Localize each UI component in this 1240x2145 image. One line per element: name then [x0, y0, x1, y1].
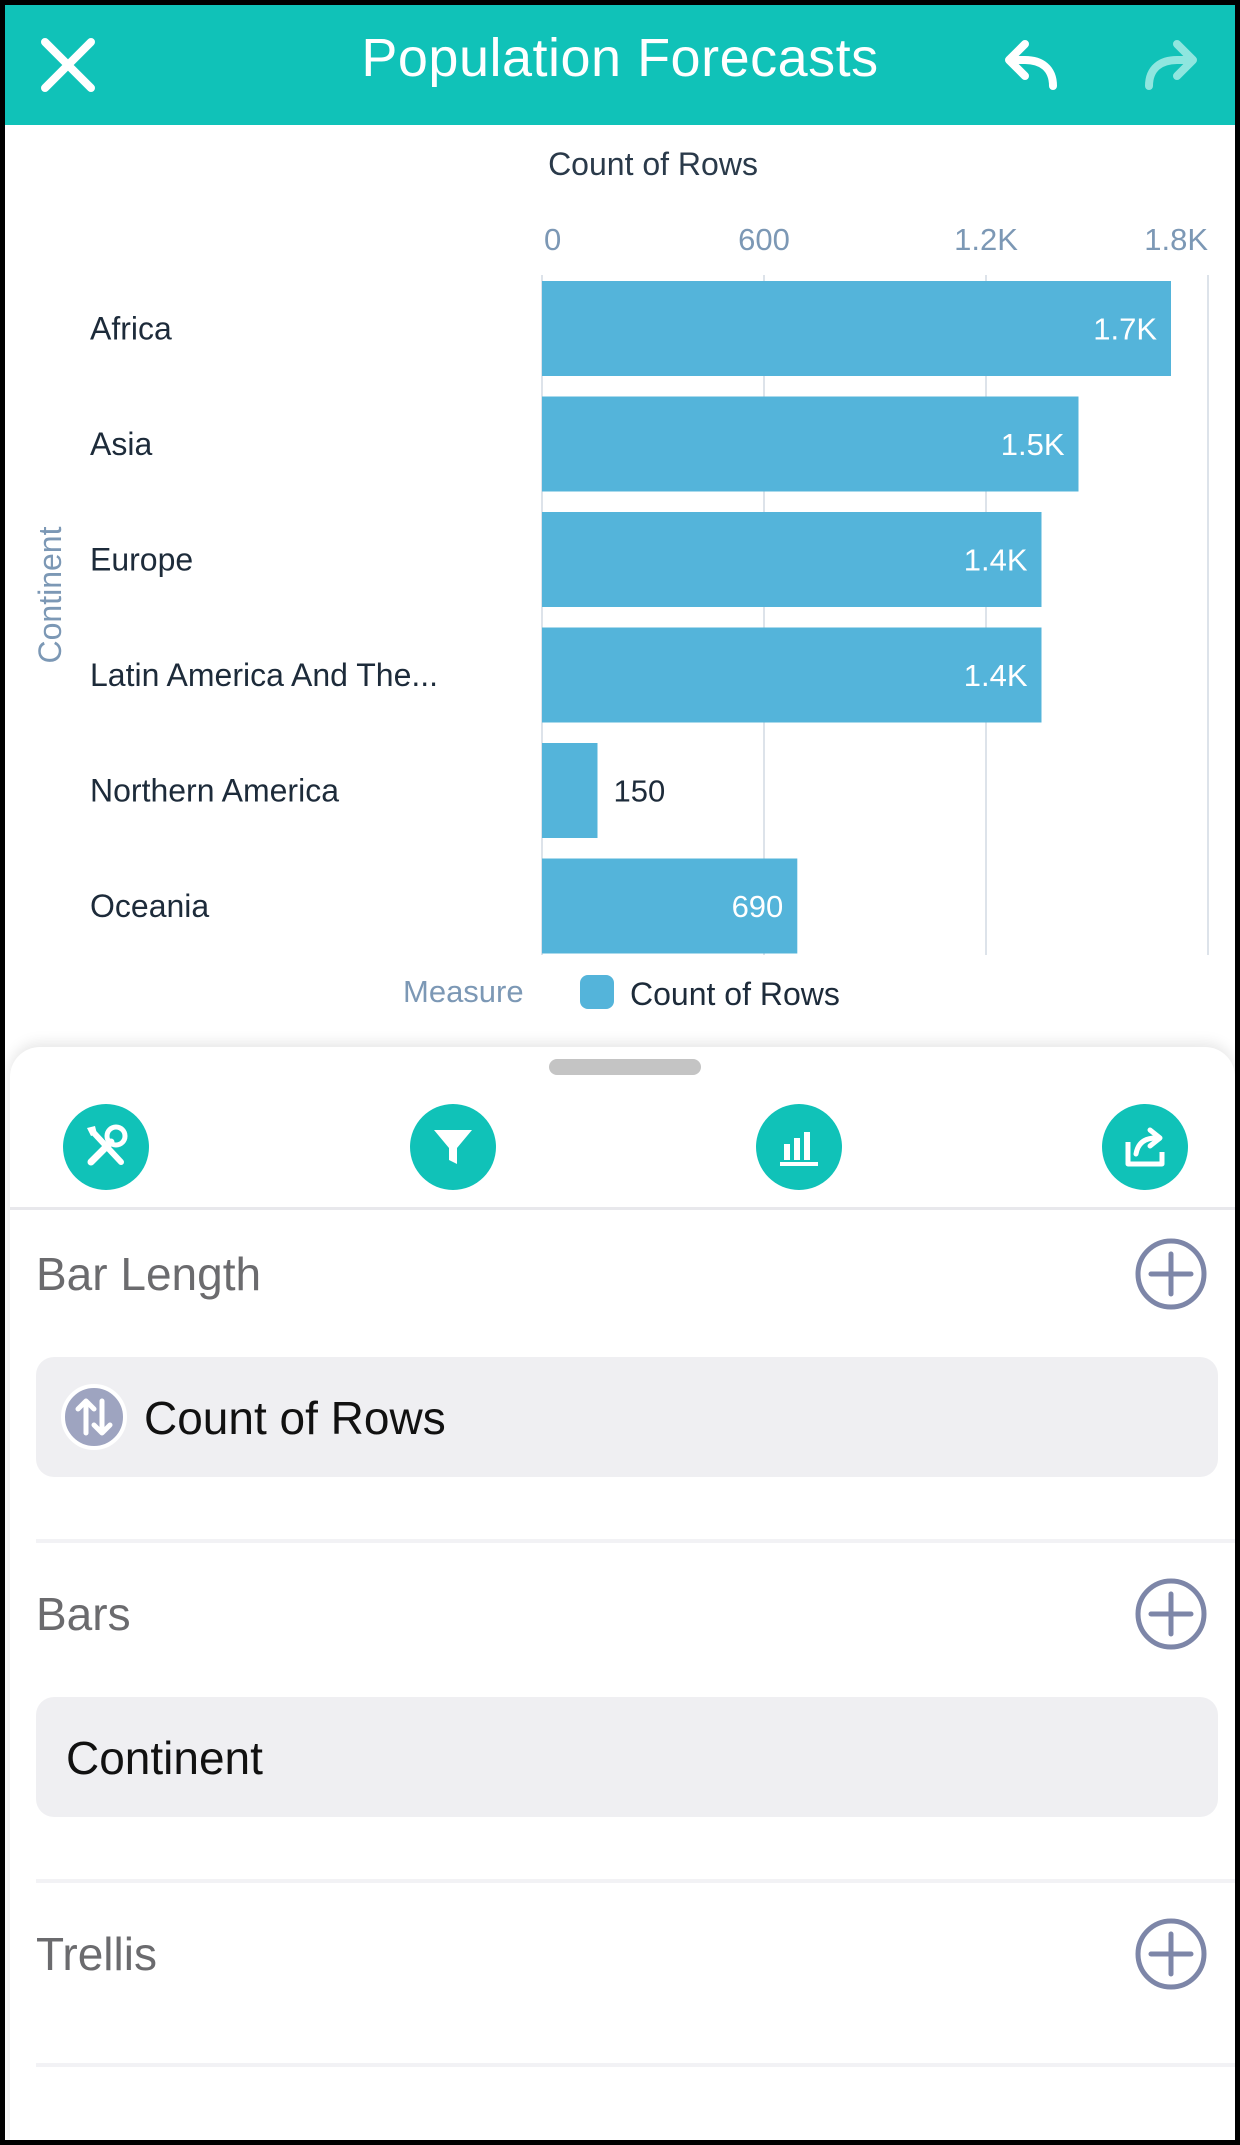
section-label-trellis: Trellis [36, 1928, 157, 1980]
bar-chart-icon [780, 1132, 818, 1166]
share-icon [1125, 1127, 1165, 1167]
filter-icon [434, 1130, 472, 1164]
section-divider [36, 1879, 1235, 1883]
legend: Measure Count of Rows [403, 974, 840, 1012]
x-tick-label: 1.8K [1144, 222, 1208, 257]
bar-chart: Count of Rows Continent 0 600 1.2K 1.8K Afr… [5, 125, 1235, 1045]
category-label: Latin America And The... [90, 657, 438, 693]
tools-button[interactable] [63, 1104, 149, 1190]
chart-svg: Count of Rows Continent 0 600 1.2K 1.8K Afr… [32, 146, 1209, 1012]
sheet-grabber[interactable] [549, 1059, 701, 1075]
legend-swatch [580, 975, 614, 1009]
category-label: Africa [90, 311, 172, 347]
legend-label: Count of Rows [630, 976, 840, 1012]
plus-circle-icon [1135, 1918, 1207, 1990]
data-label: 1.4K [964, 658, 1028, 693]
data-label: 1.5K [1001, 427, 1065, 462]
category-label: Europe [90, 542, 193, 578]
share-button[interactable] [1102, 1104, 1188, 1190]
undo-icon [1005, 40, 1057, 90]
bar [542, 396, 1079, 492]
plus-circle-icon [1135, 1238, 1207, 1310]
category-label: Asia [90, 426, 152, 462]
chart-type-button[interactable] [756, 1104, 842, 1190]
y-axis-label: Continent [32, 526, 68, 663]
grid-lines [541, 275, 1209, 955]
legend-title: Measure [403, 974, 524, 1009]
bar [542, 281, 1171, 376]
sort-arrows-icon [61, 1384, 127, 1450]
category-label: Oceania [90, 888, 209, 924]
category-labels: Africa Asia Europe Latin America And The...… [90, 311, 438, 925]
add-bar-length-button[interactable] [1134, 1237, 1208, 1311]
plus-circle-icon [1135, 1578, 1207, 1650]
section-label-bar-length: Bar Length [36, 1248, 262, 1300]
bars-field[interactable]: Continent [36, 1697, 1218, 1817]
bars [542, 281, 1171, 954]
bar-length-field[interactable]: Count of Rows [36, 1357, 1218, 1477]
bar [542, 743, 598, 838]
x-tick-label: 600 [738, 222, 790, 257]
x-tick-label: 1.2K [954, 222, 1018, 257]
toolbar-divider [10, 1207, 1235, 1210]
header-bar: Population Forecasts [5, 5, 1235, 125]
redo-button[interactable] [1137, 30, 1207, 100]
add-trellis-button[interactable] [1134, 1917, 1208, 1991]
section-divider [36, 2063, 1235, 2067]
data-label: 1.4K [964, 543, 1028, 578]
data-label: 690 [732, 889, 784, 924]
redo-icon [1145, 40, 1197, 90]
chart-title: Count of Rows [548, 146, 758, 182]
x-tick-label: 0 [544, 222, 561, 257]
bar-length-value: Count of Rows [144, 1392, 446, 1444]
tools-icon [87, 1124, 128, 1166]
bottom-sheet: Bar Length Count of Rows Bars Continent … [10, 1047, 1235, 2140]
section-label-bars: Bars [36, 1588, 131, 1640]
filter-button[interactable] [410, 1104, 496, 1190]
undo-button[interactable] [995, 30, 1065, 100]
data-label: 150 [614, 774, 666, 809]
category-label: Northern America [90, 773, 339, 809]
add-bars-button[interactable] [1134, 1577, 1208, 1651]
bars-value: Continent [66, 1732, 263, 1784]
x-axis-ticks: 0 600 1.2K 1.8K [544, 222, 1208, 257]
section-divider [36, 1539, 1235, 1543]
app-frame: Population Forecasts Count of Rows Conti… [5, 5, 1235, 2140]
data-label: 1.7K [1093, 312, 1157, 347]
